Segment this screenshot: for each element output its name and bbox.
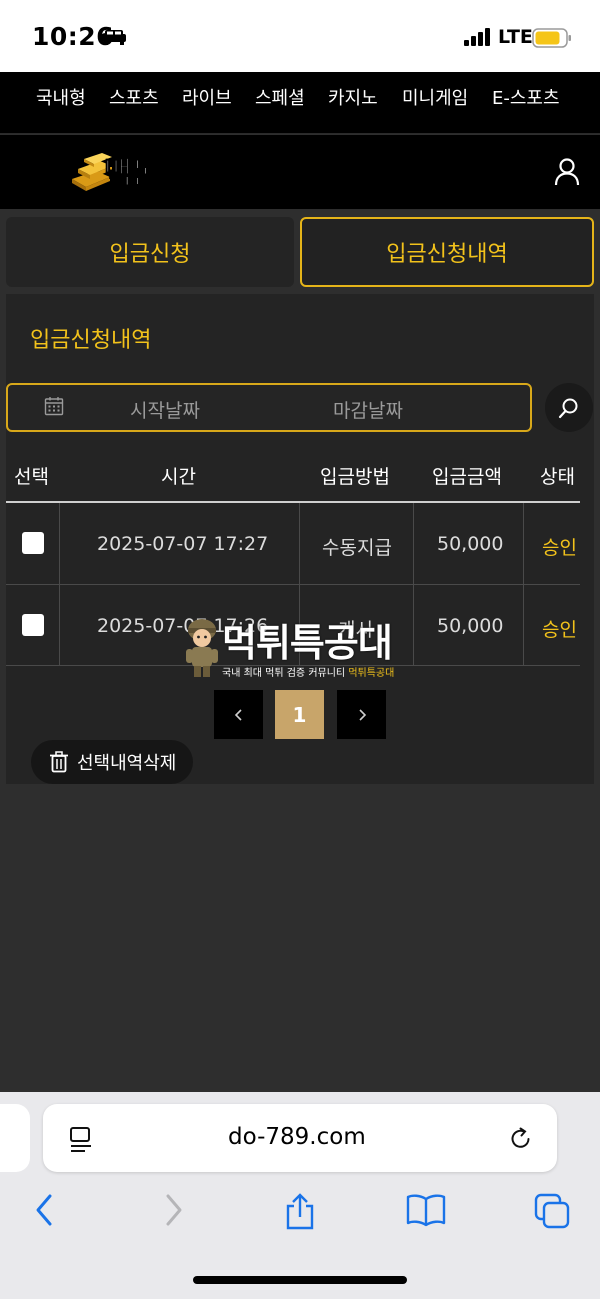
prev-page-button[interactable] [214,690,263,739]
back-icon[interactable] [34,1193,54,1227]
bookmarks-icon[interactable] [406,1193,446,1227]
tab-deposit-request[interactable]: 입금신청 [6,217,294,287]
cell-method: 수동지급 [322,537,392,559]
row-checkbox[interactable] [22,532,44,554]
cell-amount: 50,000 [437,615,504,637]
column-header-time: 시간 [161,466,196,488]
chevron-right-icon [358,708,366,721]
page-menu-icon[interactable] [68,1126,94,1154]
cell-status: 승인 [542,537,577,559]
car-icon [102,30,126,45]
url-text[interactable]: do-789.com [228,1124,366,1150]
delete-selected-label: 선택내역삭제 [77,753,177,774]
end-date-input[interactable]: 마감날짜 [333,396,403,423]
watermark-subtitle: 국내 최대 먹튀 검증 커뮤니티 먹튀특공대 [222,664,394,679]
share-icon[interactable] [284,1193,316,1231]
column-header-select: 선택 [14,466,49,488]
nav-item-sports[interactable]: 스포츠 [109,84,159,110]
watermark-title: 먹튀특공대 [222,621,393,665]
nav-item-domestic[interactable]: 국내형 [36,84,86,110]
status-bar: 10:26 LTE [0,0,600,72]
reload-icon[interactable] [508,1126,534,1152]
nav-item-special[interactable]: 스페셜 [255,84,305,110]
nav-item-casino[interactable]: 카지노 [328,84,378,110]
soldier-mascot-icon [186,619,218,677]
cellular-signal-icon [464,28,490,46]
site-logo[interactable]: 백돈 [70,149,182,193]
tabs-icon[interactable] [534,1193,572,1229]
nav-item-esports[interactable]: E-스포츠 [492,84,560,110]
calendar-icon [44,397,64,416]
network-type: LTE [498,26,533,48]
svg-text:백돈: 백돈 [104,156,159,191]
nav-item-minigame[interactable]: 미니게임 [402,84,468,110]
cell-amount: 50,000 [437,533,504,555]
page-1-button[interactable]: 1 [275,690,324,739]
column-header-amount: 입금금액 [432,466,502,488]
trash-icon [50,751,68,773]
watermark-subtitle-main: 국내 최대 먹튀 검증 커뮤니티 [222,668,346,679]
top-nav: 국내형 스포츠 라이브 스페셜 카지노 미니게임 E-스포츠 [0,72,600,134]
row-checkbox[interactable] [22,614,44,636]
tab-deposit-history[interactable]: 입금신청내역 [300,217,594,287]
column-header-status: 상태 [540,466,575,488]
watermark: 먹튀특공대 국내 최대 먹튀 검증 커뮤니티 먹튀특공대 [184,612,424,684]
table-header-divider [6,501,580,503]
nav-item-live[interactable]: 라이브 [182,84,232,110]
site-header: 백돈 [0,135,600,209]
row-divider [6,584,580,585]
panel-title: 입금신청내역 [30,328,152,353]
page: 10:26 LTE 국내형 스포츠 라이브 스페셜 카지노 미니게임 E-스포츠… [0,0,600,1299]
user-icon[interactable] [554,158,580,186]
start-date-input[interactable]: 시작날짜 [130,396,200,423]
delete-selected-button[interactable]: 선택내역삭제 [31,740,193,784]
cell-time: 2025-07-07 17:27 [97,533,269,555]
search-icon [558,398,578,418]
date-range-field[interactable] [6,383,532,432]
cell-status: 승인 [542,619,577,641]
previous-tab-preview[interactable] [0,1104,30,1172]
home-indicator[interactable] [193,1276,407,1284]
watermark-subtitle-brand: 먹튀특공대 [348,668,395,679]
chevron-left-icon [234,708,242,721]
next-page-button[interactable] [337,690,386,739]
battery-icon [532,28,571,48]
column-header-method: 입금방법 [320,466,390,488]
forward-icon[interactable] [164,1193,184,1227]
search-button[interactable] [545,383,593,432]
